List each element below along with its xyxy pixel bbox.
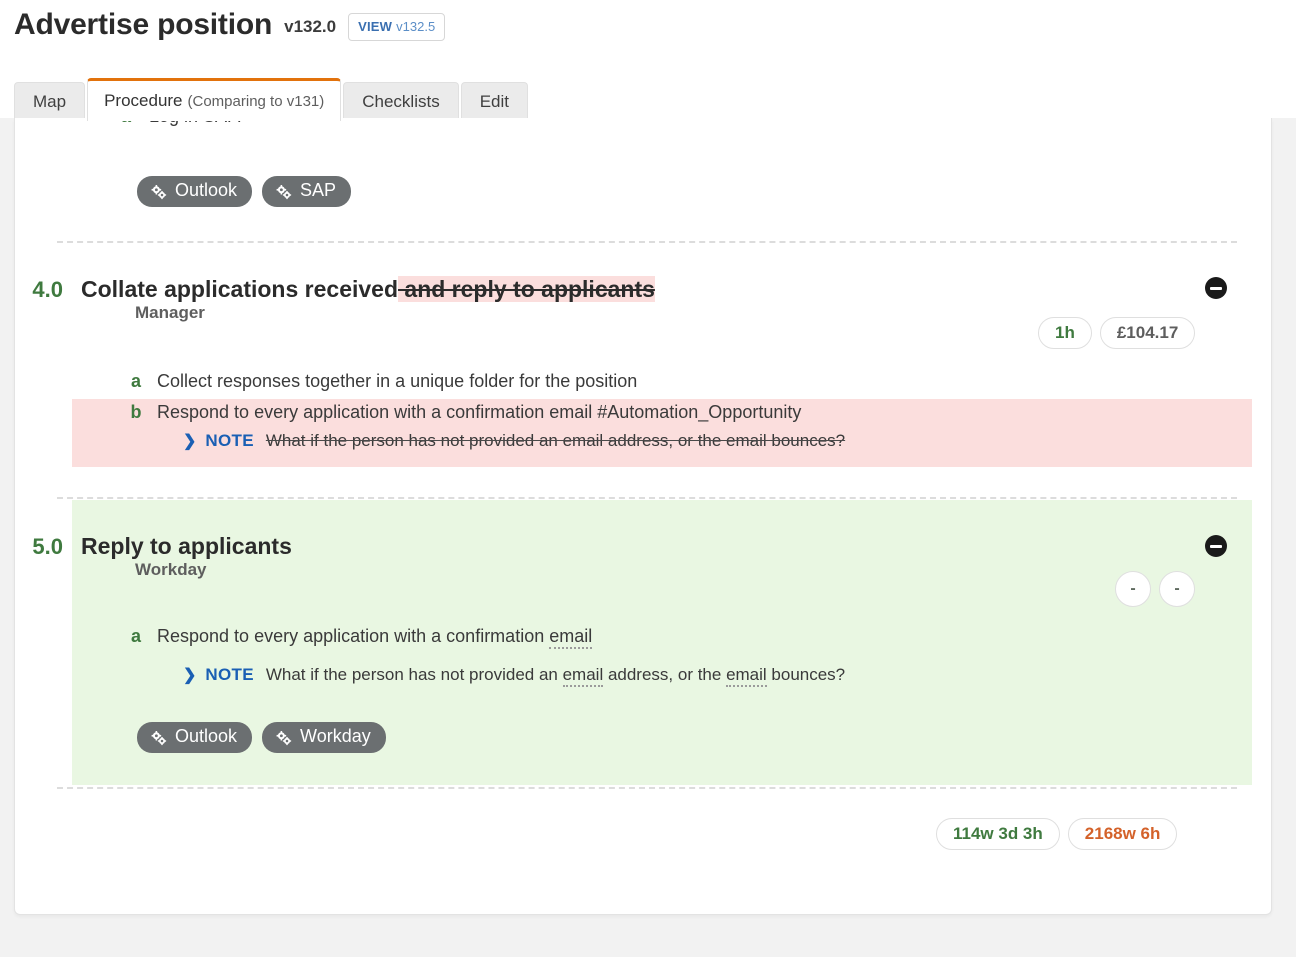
item-letter: a [125,371,147,392]
section-5-cost-pill: - [1159,571,1195,607]
note-text-part-2: address, or the [603,665,726,684]
tool-badge-workday[interactable]: Workday [262,722,386,753]
app-window: Advertise position v132.0 VIEW v132.5 Ma… [0,0,1296,957]
note-text-part-1: What if the person has not provided an [266,665,563,684]
note-text: What if the person has not provided an e… [266,665,845,685]
list-item: a Respond to every application with a co… [15,621,1271,652]
section-5-number: 5.0 [15,534,63,560]
note-text: What if the person has not provided an e… [266,431,845,451]
view-button-word: VIEW [358,19,392,34]
section-5-items: a Respond to every application with a co… [15,621,1271,688]
note-label: NOTE [205,665,253,685]
section-4-title-kept: Collate applications received [81,276,398,302]
section-4-duration-pill: 1h [1038,317,1092,349]
process-duration-pill: 114w 3d 3h [936,818,1060,850]
section-4-items: a Collect responses together in a unique… [15,366,1271,454]
gears-icon [275,183,293,201]
section-4: 4.0 Collate applications received and re… [15,276,1271,323]
item-letter: b [125,402,147,423]
tool-badge-sap[interactable]: SAP [262,176,351,207]
tool-badge-row-top: Outlook [137,176,351,207]
section-5: 5.0 Reply to applicants Workday [15,533,1271,580]
list-item: a Collect responses together in a unique… [15,366,1271,397]
section-5-role: Workday [135,560,1271,580]
tab-map[interactable]: Map [14,82,85,121]
gears-icon [275,729,293,747]
section-5-heading: 5.0 Reply to applicants [15,533,1271,560]
tab-checklists-label: Checklists [362,92,439,112]
list-item: b Respond to every application with a co… [15,397,1271,428]
spellcheck-word: email [563,665,604,687]
minus-circle-icon[interactable] [1205,535,1227,557]
item-text: Respond to every application with a conf… [157,402,801,423]
spellcheck-word: email [549,626,592,649]
tab-procedure-label: Procedure [104,91,182,111]
section-separator [57,787,1237,789]
section-4-cost-pill: £104.17 [1100,317,1195,349]
tab-procedure-sublabel: (Comparing to v131) [188,93,325,110]
tool-badge-row-section-5: Outlook [137,722,386,753]
view-version-button[interactable]: VIEW v132.5 [348,13,445,41]
page-header: Advertise position v132.0 VIEW v132.5 [14,10,445,44]
section-separator [57,241,1237,243]
section-4-heading: 4.0 Collate applications received and re… [15,276,1271,303]
tool-badge-outlook[interactable]: Outlook [137,722,252,753]
note-text-part-3: bounces? [767,665,845,684]
tool-badge-outlook[interactable]: Outlook [137,176,252,207]
section-4-metrics: 1h £104.17 [1038,317,1195,349]
section-4-title: Collate applications received and reply … [81,276,655,303]
page-title: Advertise position [14,10,272,40]
minus-circle-icon[interactable] [1205,277,1227,299]
item-letter: a [125,626,147,647]
tool-badge-workday-label: Workday [300,727,371,747]
tool-badge-outlook-label: Outlook [175,727,237,747]
section-5-title: Reply to applicants [81,533,292,560]
process-cost-pill: 2168w 6h [1068,818,1178,850]
tab-edit-label: Edit [480,92,509,112]
view-button-version: v132.5 [396,19,435,34]
chevron-right-icon[interactable]: ❯ [183,665,196,685]
item-text: Respond to every application with a conf… [157,626,592,647]
spellcheck-word: email [726,665,767,687]
chevron-right-icon[interactable]: ❯ [183,431,196,451]
tab-bar: Map Procedure (Comparing to v131) Checkl… [14,78,530,121]
section-5-duration-pill: - [1115,571,1151,607]
section-separator [57,497,1237,499]
tab-map-label: Map [33,92,66,112]
scrolled-step-row: aLog in SAP. [15,118,1271,138]
item-text: Collect responses together in a unique f… [157,371,637,392]
section-5-metrics: - - [1115,571,1195,607]
note-row: ❯ NOTE What if the person has not provid… [15,428,1271,454]
tab-edit[interactable]: Edit [461,82,528,121]
tab-checklists[interactable]: Checklists [343,82,458,121]
tab-procedure[interactable]: Procedure (Comparing to v131) [87,78,341,121]
note-label: NOTE [205,431,253,451]
note-row: ❯ NOTE What if the person has not provid… [15,652,1271,688]
section-4-title-removed: and reply to applicants [398,276,655,302]
tool-badge-outlook-label: Outlook [175,181,237,201]
procedure-panel: aLog in SAP. [14,118,1272,915]
tool-badge-sap-label: SAP [300,181,336,201]
gears-icon [150,183,168,201]
section-4-number: 4.0 [15,277,63,303]
gears-icon [150,729,168,747]
version-label: v132.0 [284,17,336,37]
process-metrics: 114w 3d 3h 2168w 6h [936,818,1177,850]
